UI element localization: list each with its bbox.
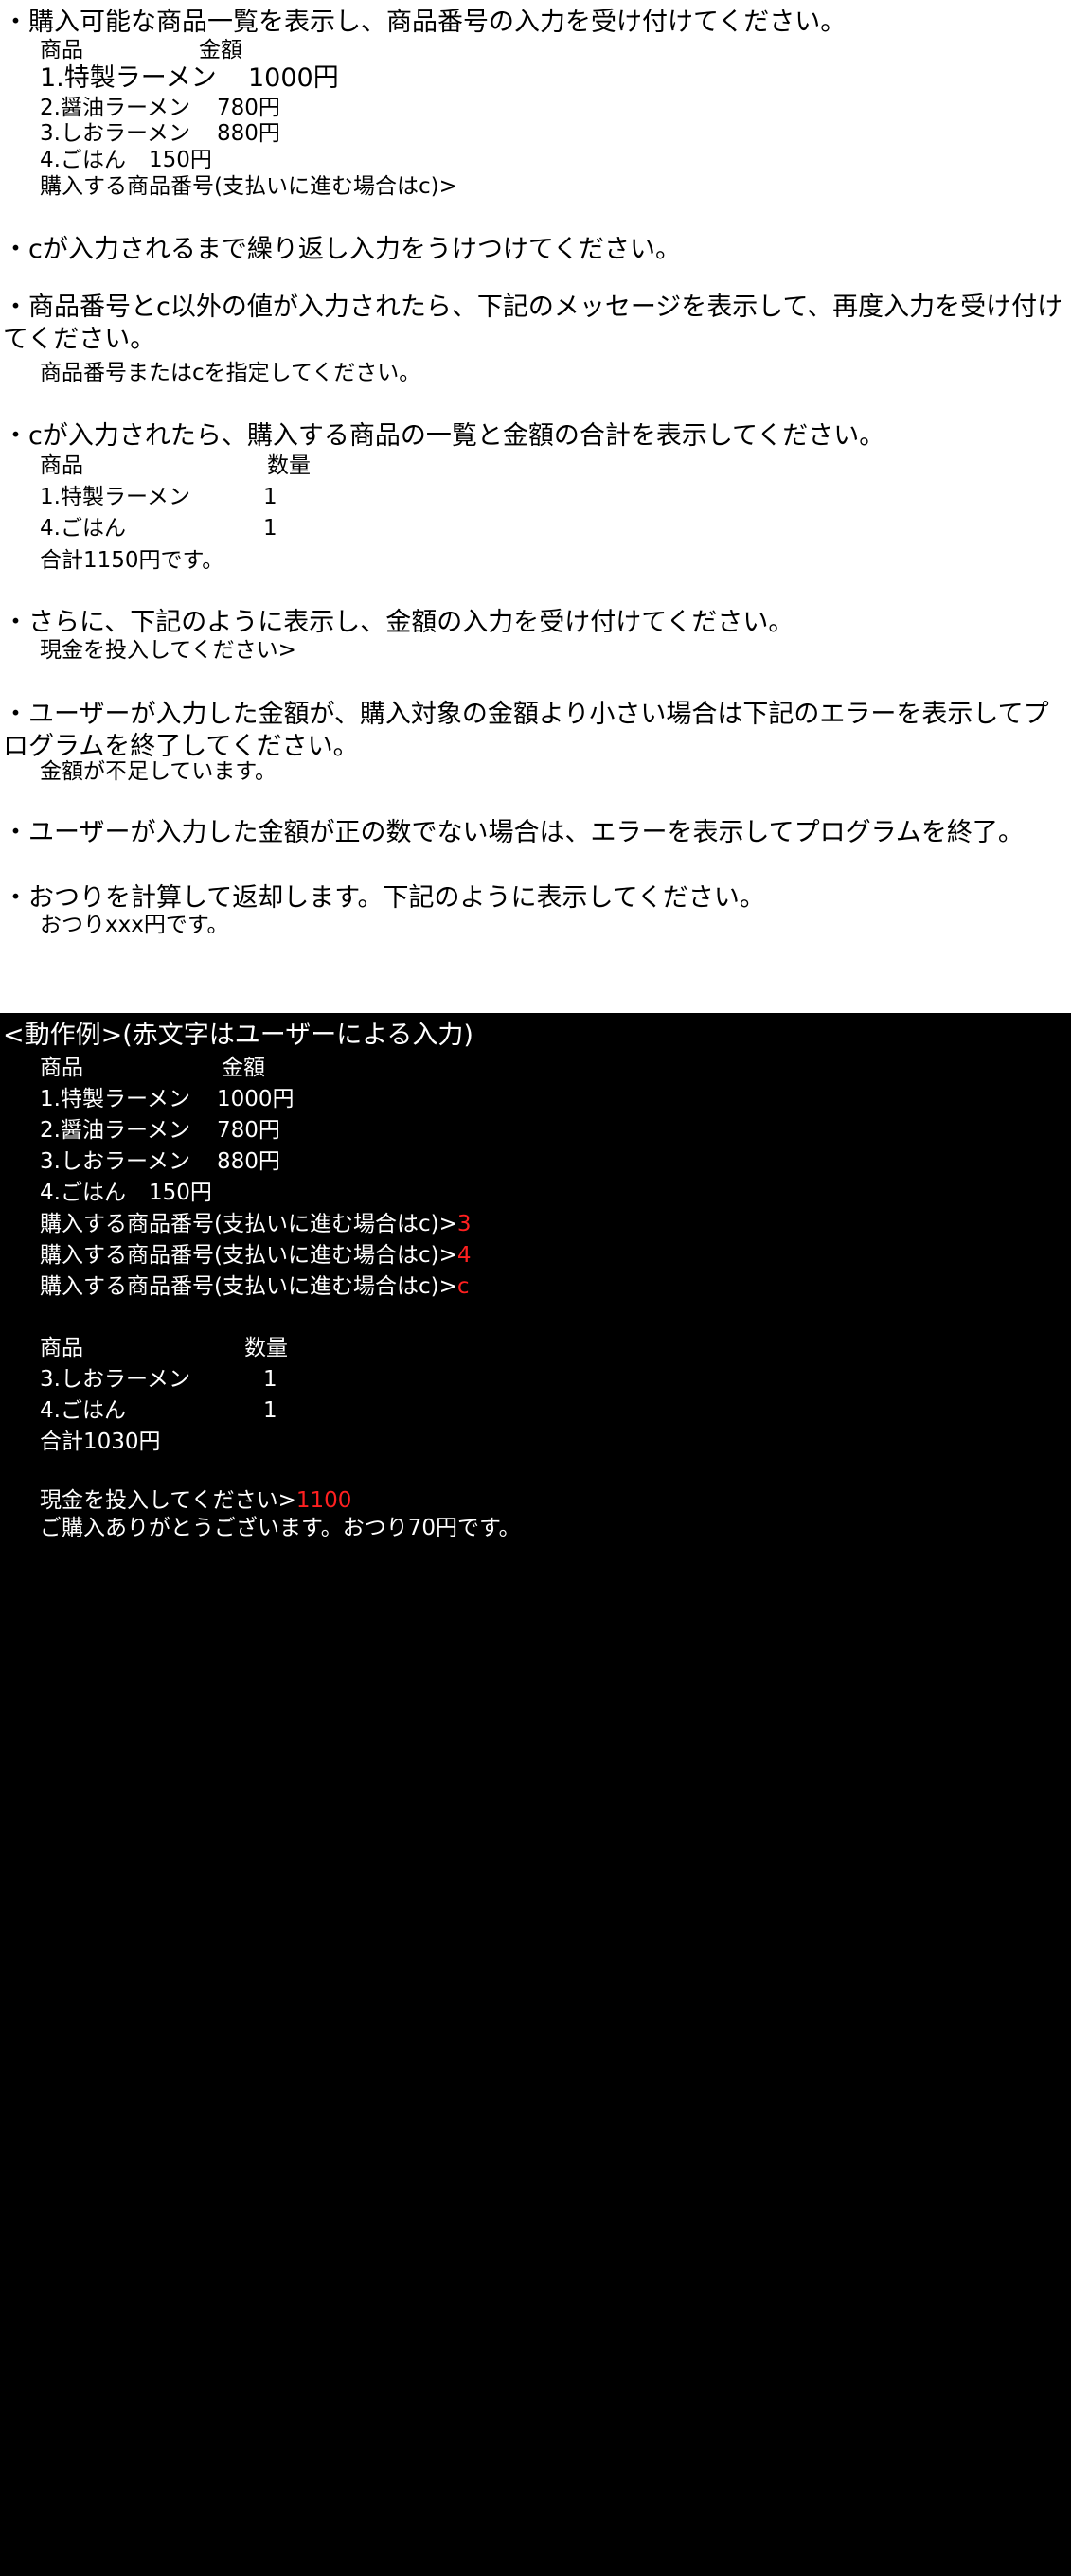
item-name: 2.醤油ラーメン: [40, 1118, 191, 1143]
item-name: 4.ごはん: [40, 1181, 126, 1205]
total-line: 合計1150円です。: [40, 548, 224, 573]
bullet-invalid: ・商品番号とc以外の値が入力されたら、下記のメッセージを表示して、再度入力を受け…: [3, 293, 1063, 354]
header-item: 商品: [40, 1336, 83, 1360]
short-message: 金額が不足しています。: [40, 759, 277, 784]
header-item: 商品: [40, 38, 83, 62]
row-name: 3.しおラーメン: [40, 1367, 191, 1392]
bullet-list-display: ・購入可能な商品一覧を表示し、商品番号の入力を受け付けてください。: [3, 8, 847, 37]
cash-prompt: 現金を投入してください>: [40, 638, 296, 663]
item-price: 150円: [149, 148, 212, 172]
terminal-title: <動作例>(赤文字はユーザーによる入力): [3, 1021, 473, 1050]
terminal-prompt-line: 購入する商品番号(支払いに進む場合はc)>4: [40, 1245, 472, 1267]
row-qty: 1: [263, 1367, 277, 1392]
summary-row: 1.特製ラーメン 1: [40, 485, 277, 509]
change-message: おつりxxx円です。: [40, 913, 229, 937]
item-price: 150円: [149, 1181, 212, 1205]
item-name: 4.ごはん: [40, 148, 126, 172]
list-item: 4.ごはん 150円: [40, 148, 212, 172]
terminal-item: 1.特製ラーメン 1000円: [40, 1087, 295, 1111]
terminal-prompt-line: 購入する商品番号(支払いに進む場合はc)>c: [40, 1276, 470, 1298]
row-name: 1.特製ラーメン: [40, 485, 191, 509]
user-input: c: [456, 1274, 470, 1299]
item-name: 3.しおラーメン: [40, 121, 191, 146]
header-price: 金額: [222, 1056, 265, 1080]
user-input: 4: [456, 1243, 472, 1268]
header-price: 金額: [199, 38, 242, 62]
terminal-item: 4.ごはん 150円: [40, 1181, 212, 1205]
row-qty: 1: [263, 485, 277, 509]
list-header: 商品 金額: [40, 38, 242, 62]
spec-section: ・購入可能な商品一覧を表示し、商品番号の入力を受け付けてください。 商品 金額 …: [0, 0, 1071, 1013]
terminal-example: <動作例>(赤文字はユーザーによる入力) 商品 金額 1.特製ラーメン 1000…: [0, 1013, 1071, 2576]
terminal-total: 合計1030円: [40, 1430, 161, 1454]
item-name: 2.醤油ラーメン: [40, 96, 191, 120]
terminal-thanks: ご購入ありがとうございます。おつり70円です。: [40, 1516, 521, 1540]
bullet-cash: ・さらに、下記のように表示し、金額の入力を受け付けてください。: [3, 608, 794, 637]
user-input: 3: [456, 1212, 472, 1236]
terminal-summary-row: 4.ごはん 1: [40, 1398, 277, 1423]
terminal-prompt-line: 購入する商品番号(支払いに進む場合はc)>3: [40, 1214, 472, 1235]
item-price: 880円: [217, 1149, 280, 1174]
terminal-item: 2.醤油ラーメン 780円: [40, 1118, 280, 1143]
invalid-message: 商品番号またはcを指定してください。: [40, 361, 421, 385]
row-name: 4.ごはん: [40, 516, 126, 541]
item-name: 1.特製ラーメン: [40, 1087, 191, 1111]
terminal-cash-line: 現金を投入してください>1100: [40, 1490, 351, 1512]
item-name: 1.特製ラーメン: [40, 63, 217, 93]
header-item: 商品: [40, 453, 83, 478]
row-qty: 1: [263, 516, 277, 541]
terminal-header: 商品 金額: [40, 1056, 265, 1080]
terminal-item: 3.しおラーメン 880円: [40, 1149, 280, 1174]
prompt-text: 購入する商品番号(支払いに進む場合はc)>: [40, 1274, 457, 1299]
item-price: 880円: [217, 121, 280, 146]
terminal-summary-header: 商品 数量: [40, 1336, 288, 1360]
item-price: 1000円: [217, 1087, 295, 1111]
bullet-change: ・おつりを計算して返却します。下記のように表示してください。: [3, 883, 765, 913]
prompt-text: 購入する商品番号(支払いに進む場合はc)>: [40, 1243, 457, 1268]
item-price: 780円: [217, 1118, 280, 1143]
bullet-summary: ・cが入力されたら、購入する商品の一覧と金額の合計を表示してください。: [3, 421, 885, 451]
select-prompt: 購入する商品番号(支払いに進む場合はc)>: [40, 174, 457, 199]
row-qty: 1: [263, 1398, 277, 1423]
bullet-short: ・ユーザーが入力した金額が、購入対象の金額より小さい場合は下記のエラーを表示して…: [3, 700, 1049, 761]
header-item: 商品: [40, 1056, 83, 1080]
user-input: 1100: [295, 1488, 352, 1513]
summary-header: 商品 数量: [40, 453, 311, 478]
prompt-text: 購入する商品番号(支払いに進む場合はc)>: [40, 1212, 457, 1236]
item-price: 1000円: [248, 63, 339, 93]
prompt-text: 現金を投入してください>: [40, 1488, 296, 1513]
list-item: 1.特製ラーメン 1000円: [40, 63, 339, 93]
list-item: 3.しおラーメン 880円: [40, 121, 280, 146]
summary-row: 4.ごはん 1: [40, 516, 277, 541]
item-price: 780円: [217, 96, 280, 120]
header-qty: 数量: [244, 1336, 288, 1360]
terminal-summary-row: 3.しおラーメン 1: [40, 1367, 277, 1392]
row-name: 4.ごはん: [40, 1398, 126, 1423]
bullet-repeat: ・cが入力されるまで繰り返し入力をうけつけてください。: [3, 235, 682, 264]
bullet-negative: ・ユーザーが入力した金額が正の数でない場合は、エラーを表示してプログラムを終了。: [3, 818, 1024, 847]
list-item: 2.醤油ラーメン 780円: [40, 96, 280, 120]
item-name: 3.しおラーメン: [40, 1149, 191, 1174]
header-qty: 数量: [267, 453, 311, 478]
